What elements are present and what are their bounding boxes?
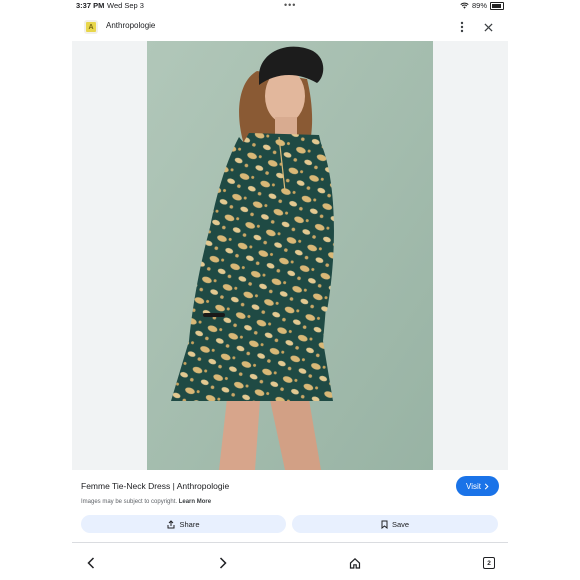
share-button[interactable]: Share	[81, 515, 286, 533]
result-header: A Anthropologie	[72, 12, 508, 42]
battery-icon	[490, 1, 504, 10]
battery-fill	[492, 3, 501, 8]
battery-percent: 89%	[471, 1, 487, 10]
product-title[interactable]: Femme Tie-Neck Dress | Anthropologie	[81, 481, 229, 491]
site-logo-letter: A	[86, 22, 96, 32]
product-image[interactable]	[147, 41, 433, 470]
forward-button[interactable]	[214, 554, 232, 572]
bottom-divider	[72, 542, 508, 543]
back-arrow-icon	[87, 557, 95, 569]
tab-count-icon: 2	[483, 557, 495, 569]
home-icon	[349, 557, 361, 569]
visit-label: Visit	[466, 481, 481, 491]
tabs-button[interactable]: 2	[480, 554, 498, 572]
share-icon	[167, 519, 175, 528]
site-name[interactable]: Anthropologie	[106, 21, 155, 30]
multitask-dots-icon[interactable]: •••	[284, 0, 296, 10]
bottom-toolbar: 2	[72, 548, 508, 578]
save-label: Save	[391, 519, 410, 529]
back-button[interactable]	[82, 554, 100, 572]
result-info: Femme Tie-Neck Dress | Anthropologie Vis…	[72, 470, 508, 542]
site-logo[interactable]: A	[84, 20, 98, 34]
save-button[interactable]: Save	[292, 515, 498, 533]
visit-button[interactable]: Visit	[456, 476, 499, 496]
forward-arrow-icon	[219, 557, 227, 569]
chevron-right-icon	[484, 483, 489, 489]
home-button[interactable]	[346, 554, 364, 572]
dress-photo-illustration	[147, 41, 433, 470]
close-icon	[483, 22, 493, 32]
more-vert-icon	[460, 21, 464, 33]
close-button[interactable]	[480, 19, 496, 35]
status-bar: 3:37 PM Wed Sep 3 ••• 89%	[0, 0, 580, 12]
copyright-text: Images may be subject to copyright.	[81, 499, 178, 505]
more-options-button[interactable]	[455, 19, 469, 35]
copyright-notice: Images may be subject to copyright. Lear…	[81, 499, 211, 505]
bookmark-icon	[381, 520, 388, 529]
learn-more-link[interactable]: Learn More	[179, 499, 211, 505]
share-label: Share	[179, 519, 200, 529]
status-time: 3:37 PM	[76, 1, 105, 10]
wifi-icon	[460, 2, 469, 9]
status-date: Wed Sep 3	[107, 1, 144, 10]
status-right: 89%	[460, 1, 504, 10]
